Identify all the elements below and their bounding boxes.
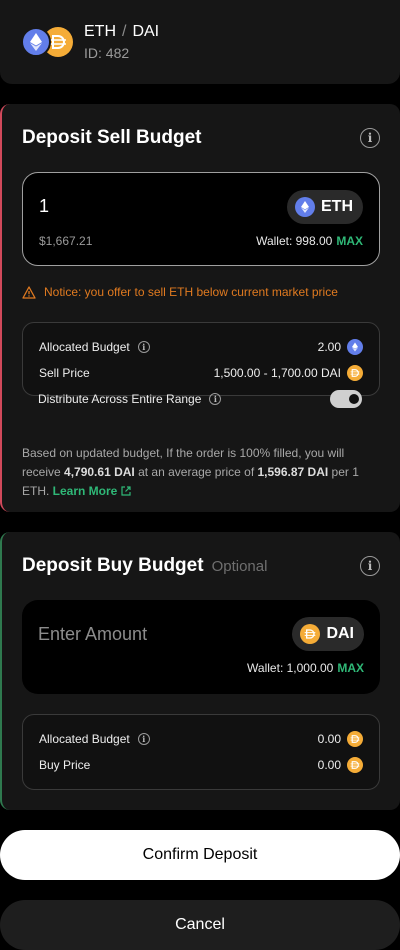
info-icon[interactable]: i (209, 393, 222, 405)
notice-text: Notice: you offer to sell ETH below curr… (44, 285, 338, 299)
buy-wallet-balance: Wallet: 1,000.00 MAX (247, 661, 364, 675)
sell-price-value: 1,500.00 - 1,700.00 DAI (213, 366, 341, 380)
dai-icon (347, 365, 363, 381)
info-icon[interactable]: i (360, 556, 380, 576)
sell-summary-box: Allocated Budget i 2.00 Sell Price 1,500.… (22, 322, 380, 396)
pair-token-icons (21, 27, 75, 59)
sell-allocated-value: 2.00 (317, 340, 341, 354)
buy-budget-title: Deposit Buy Budget Optional (22, 555, 267, 577)
info-icon[interactable]: i (360, 128, 380, 148)
sell-wallet-label: Wallet: 998.00 (256, 234, 333, 248)
sell-price-label: Sell Price (39, 366, 90, 380)
pair-separator: / (122, 23, 127, 40)
distribute-label: Distribute Across Entire Range (38, 392, 202, 406)
desc-text: at an average price of (134, 465, 258, 479)
distribute-toggle[interactable] (330, 390, 362, 408)
buy-price-label: Buy Price (39, 758, 91, 772)
pair-quote: DAI (132, 23, 160, 40)
eth-icon (21, 27, 51, 57)
desc-receive-amount: 4,790.61 DAI (64, 465, 135, 479)
sell-wallet-balance: Wallet: 998.00 MAX (256, 234, 363, 248)
warning-icon (22, 285, 36, 299)
buy-allocated-row: Allocated Budget i 0.00 (39, 730, 363, 748)
learn-more-label: Learn More (52, 484, 118, 498)
desc-average-price: 1,596.87 DAI (257, 465, 329, 479)
sell-usd-value: $1,667.21 (39, 234, 93, 248)
sell-token-label: ETH (321, 198, 353, 215)
sell-allocated-row: Allocated Budget i 2.00 (39, 338, 363, 356)
sell-amount-input[interactable]: 1 (39, 196, 49, 217)
buy-allocated-value: 0.00 (317, 732, 341, 746)
sell-max-button[interactable]: MAX (336, 234, 363, 248)
buy-wallet-label: Wallet: 1,000.00 (247, 661, 334, 675)
info-icon[interactable]: i (137, 341, 150, 353)
sell-amount-box[interactable]: 1 ETH $1,667.21 Wallet: 998.00 MAX (22, 172, 380, 266)
buy-budget-section: Deposit Buy Budget Optional i Enter Amoun… (0, 532, 400, 810)
buy-budget-title-text: Deposit Buy Budget (22, 555, 204, 576)
eth-icon (295, 197, 315, 217)
buy-amount-input[interactable]: Enter Amount (38, 624, 147, 645)
dai-icon (347, 731, 363, 747)
pair-header: ETH / DAI ID: 482 (0, 0, 400, 84)
pair-title: ETH / DAI (84, 23, 159, 41)
buy-price-value: 0.00 (317, 758, 341, 772)
learn-more-link[interactable]: Learn More (53, 484, 131, 498)
buy-price-row: Buy Price 0.00 (39, 756, 363, 774)
sell-allocated-label: Allocated Budget (39, 340, 130, 354)
dai-icon (300, 624, 321, 644)
sell-budget-section: Deposit Sell Budget i 1 ETH $1,667.21 Wa… (0, 104, 400, 512)
external-link-icon (121, 486, 131, 496)
buy-max-button[interactable]: MAX (337, 661, 364, 675)
pair-id: ID: 482 (84, 45, 130, 61)
buy-token-label: DAI (326, 625, 354, 642)
dai-icon (347, 757, 363, 773)
eth-icon (347, 339, 363, 355)
price-notice: Notice: you offer to sell ETH below curr… (22, 285, 338, 299)
sell-price-row: Sell Price 1,500.00 - 1,700.00 DAI (39, 364, 363, 382)
cancel-button[interactable]: Cancel (0, 900, 400, 950)
sell-description: Based on updated budget, If the order is… (22, 444, 380, 501)
sell-token-selector: ETH (287, 190, 363, 224)
optional-label: Optional (211, 558, 268, 575)
buy-allocated-label: Allocated Budget (39, 732, 130, 746)
info-icon[interactable]: i (137, 733, 150, 745)
buy-amount-box[interactable]: Enter Amount DAI Wallet: 1,000.00 MAX (22, 600, 380, 694)
distribute-row: Distribute Across Entire Range i (38, 390, 362, 408)
confirm-deposit-button[interactable]: Confirm Deposit (0, 830, 400, 880)
pair-base: ETH (84, 23, 116, 40)
sell-budget-title: Deposit Sell Budget (22, 127, 202, 148)
buy-token-selector: DAI (292, 617, 364, 651)
buy-summary-box: Allocated Budget i 0.00 Buy Price 0.00 (22, 714, 380, 790)
